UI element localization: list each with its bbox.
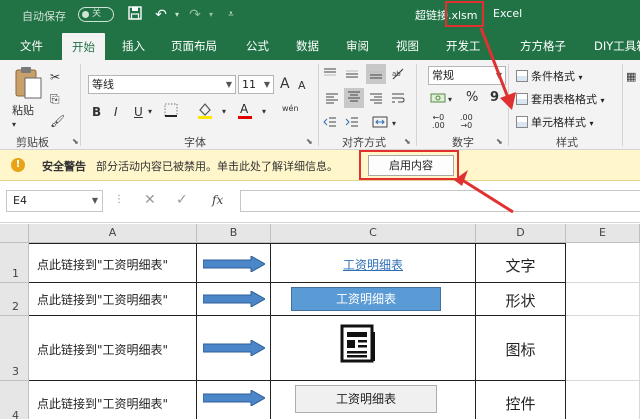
annotation-arrow-line (458, 176, 514, 214)
annotation-arrows (454, 27, 516, 214)
excel-window: 自动保存 关 ↶ ▾ ↷ ▾ ⩡ 超链接.xlsm Excel 文件 开始 插入… (0, 0, 640, 419)
annotation-arrow-line (479, 27, 512, 104)
